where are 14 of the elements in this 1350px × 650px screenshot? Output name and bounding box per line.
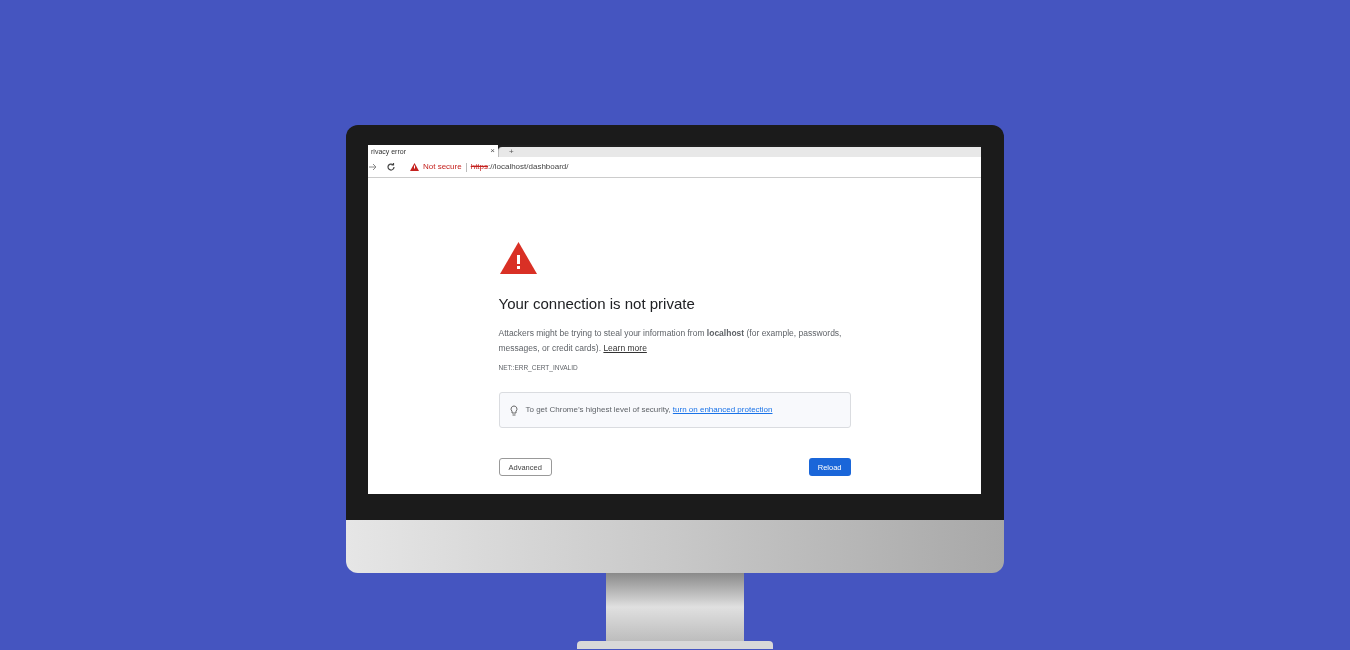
address-url[interactable]: https://localhost/dashboard/ xyxy=(470,161,569,173)
enhanced-protection-link[interactable]: turn on enhanced protection xyxy=(672,405,773,415)
error-message: Attackers might be trying to steal your information from localhost (for example, passwords, messages, or credit cards). Learn more xyxy=(498,326,843,355)
warning-icon[interactable] xyxy=(410,163,419,171)
tab-close-button[interactable]: × xyxy=(490,147,495,155)
error-heading: Your connection is not private xyxy=(498,294,696,314)
lightbulb-icon xyxy=(509,404,518,416)
new-tab-button[interactable]: + xyxy=(509,148,514,156)
security-tip: To get Chrome’s highest level of security, turn on enhanced protection xyxy=(525,404,773,417)
warning-icon xyxy=(498,241,538,275)
security-label[interactable]: Not secure xyxy=(423,161,462,173)
forward-arrow-icon[interactable] xyxy=(368,162,378,172)
learn-more-link[interactable]: Learn more xyxy=(603,342,647,353)
reload-icon[interactable] xyxy=(386,162,396,172)
